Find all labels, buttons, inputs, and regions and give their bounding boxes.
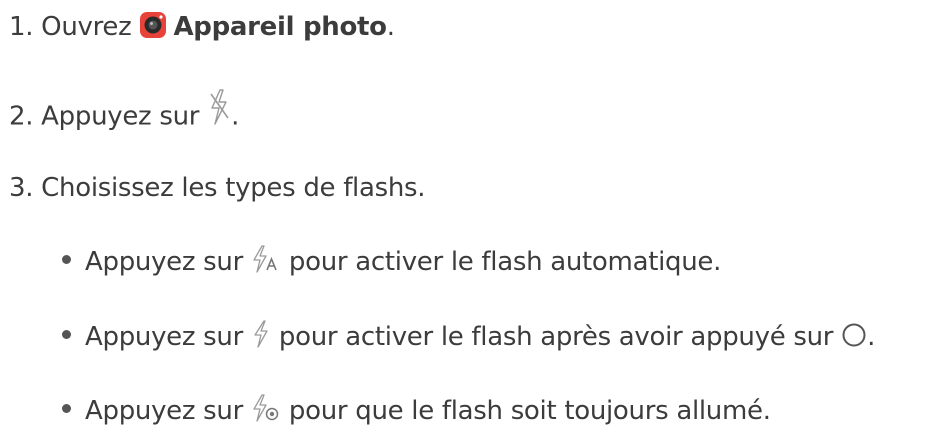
bullet-dot xyxy=(62,404,71,413)
step-3: 3. Choisissez les types de flashs. xyxy=(9,171,426,205)
bullet-item-1: Appuyez sur pour activer le flash automa… xyxy=(62,244,722,279)
flash-off-icon xyxy=(207,88,231,126)
bullet-1-text: Appuyez sur xyxy=(85,247,251,277)
step-2-text: Appuyez sur xyxy=(33,101,208,132)
bullet-3-end: pour que le flash soit toujours allumé. xyxy=(280,396,771,426)
step-2: 2. Appuyez sur . xyxy=(9,89,240,136)
step-2-end: . xyxy=(231,101,240,132)
shutter-button-icon xyxy=(841,322,867,348)
bullet-3-text: Appuyez sur xyxy=(85,396,251,426)
bullet-1-end: pour activer le flash automatique. xyxy=(280,247,722,277)
step-1-end: . xyxy=(386,12,395,42)
bullet-dot xyxy=(62,330,71,339)
bullet-item-3: Appuyez sur pour que le flash soit toujo… xyxy=(62,393,771,428)
camera-app-icon xyxy=(139,11,167,39)
flash-on-icon xyxy=(251,319,271,349)
step-1: 1. Ouvrez Appareil photo. xyxy=(9,10,395,44)
bullet-2-end: . xyxy=(867,322,876,352)
step-1-text: Ouvrez xyxy=(33,12,140,42)
bullet-item-2: Appuyez sur pour activer le flash après … xyxy=(62,319,876,354)
flash-auto-icon xyxy=(251,244,281,274)
bullet-dot xyxy=(62,255,71,264)
step-2-number: 2. xyxy=(9,101,34,132)
step-1-number: 1. xyxy=(9,12,34,42)
step-3-text: Choisissez les types de flashs. xyxy=(33,173,426,203)
bullet-2-mid: pour activer le flash après avoir appuyé… xyxy=(270,322,842,352)
bullet-2-text: Appuyez sur xyxy=(85,322,251,352)
flash-always-on-icon xyxy=(251,393,281,423)
app-name: Appareil photo xyxy=(173,12,387,42)
step-3-number: 3. xyxy=(9,173,34,203)
